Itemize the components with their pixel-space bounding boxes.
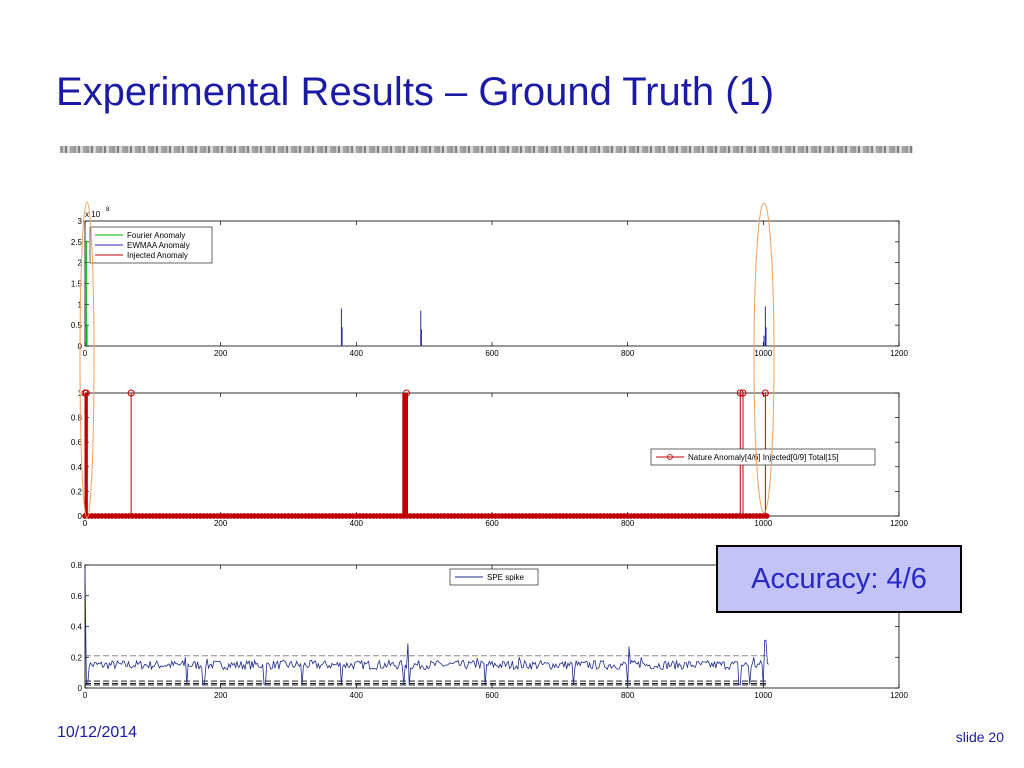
- y-tick-label: 0.4: [71, 623, 83, 632]
- y-tick-label: 0.2: [71, 653, 83, 662]
- x-tick-label: 1000: [754, 519, 772, 528]
- x-tick-label: 800: [621, 349, 635, 358]
- x-tick-label: 0: [83, 519, 88, 528]
- charts-canvas: 0 200 400 600 800 1000 120000.511.522.53x 10 8F…: [71, 201, 908, 700]
- y-exponent-superscript: 8: [106, 207, 110, 213]
- legend-label: Injected Anomaly: [127, 251, 188, 260]
- y-tick-label: 0.2: [71, 487, 83, 496]
- y-exponent-label: x 10: [85, 210, 101, 219]
- x-tick-label: 800: [621, 691, 635, 700]
- x-tick-label: 0: [83, 349, 88, 358]
- x-tick-label: 0: [83, 691, 88, 700]
- x-tick-label: 200: [214, 519, 228, 528]
- y-tick-label: 0.6: [71, 592, 83, 601]
- y-tick-label: 0.4: [71, 463, 83, 472]
- legend-label: EWMAA Anomaly: [127, 241, 190, 250]
- x-tick-label: 600: [485, 349, 499, 358]
- x-tick-label: 1200: [890, 691, 908, 700]
- accuracy-callout: Accuracy: 4/6: [716, 545, 962, 613]
- x-tick-label: 400: [350, 691, 364, 700]
- x-tick-label: 400: [350, 349, 364, 358]
- footer-date: 10/12/2014: [57, 724, 138, 741]
- y-tick-label: 0.8: [71, 561, 83, 570]
- x-tick-label: 800: [621, 519, 635, 528]
- y-tick-label: 0: [78, 684, 83, 693]
- y-tick-label: 0.5: [71, 321, 83, 330]
- x-tick-label: 1200: [890, 519, 908, 528]
- y-tick-label: 3: [78, 217, 83, 226]
- x-tick-label: 400: [350, 519, 364, 528]
- x-tick-label: 600: [485, 519, 499, 528]
- x-tick-label: 200: [214, 691, 228, 700]
- baseline-marker: [763, 513, 770, 519]
- x-tick-label: 1000: [754, 349, 772, 358]
- x-tick-label: 1000: [754, 691, 772, 700]
- legend-label: SPE spike: [487, 573, 524, 582]
- footer-slide-number: slide 20: [955, 729, 1004, 745]
- x-tick-label: 1200: [890, 349, 908, 358]
- x-tick-label: 200: [214, 349, 228, 358]
- y-tick-label: 0: [78, 512, 83, 521]
- legend-label: Fourier Anomaly: [127, 231, 185, 240]
- y-tick-label: 2.5: [71, 238, 83, 247]
- x-tick-label: 600: [485, 691, 499, 700]
- legend-label: Nature Anomaly[4/6] Injected[0/9] Total[…: [688, 453, 839, 462]
